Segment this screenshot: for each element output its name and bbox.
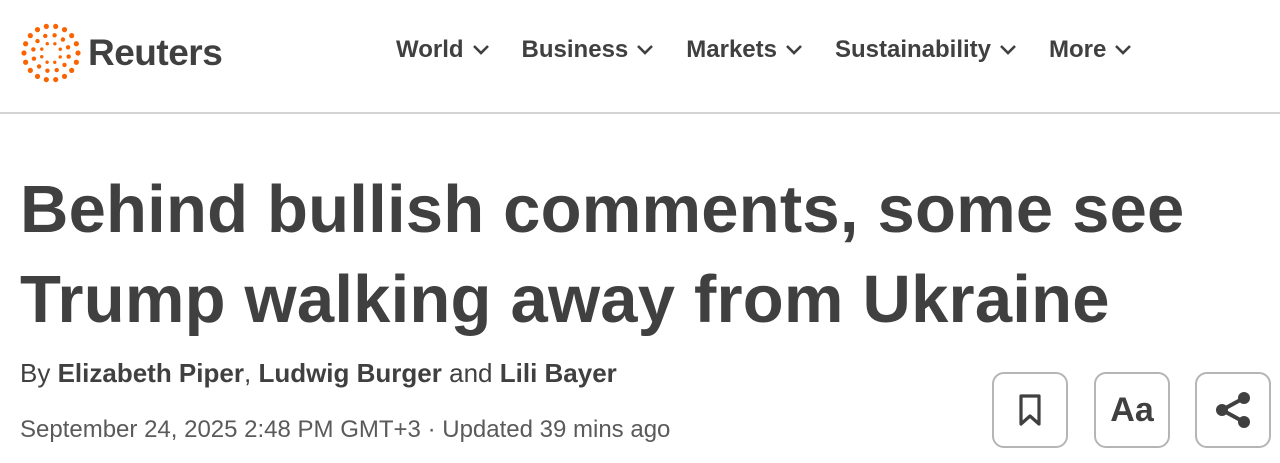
logo-dot bbox=[31, 56, 37, 61]
nav-item-sustainability[interactable]: Sustainability bbox=[835, 36, 1017, 64]
headline-line-2: Trump walking away from Ukraine bbox=[20, 262, 1110, 337]
share-button[interactable] bbox=[1195, 372, 1271, 448]
byline-conjunction: and bbox=[449, 358, 493, 388]
byline: By Elizabeth Piper, Ludwig Burger and Li… bbox=[20, 358, 617, 389]
chevron-down-icon bbox=[472, 45, 489, 55]
nav-item-label: World bbox=[396, 36, 464, 63]
main-nav: World Business Markets Sustainability Mo… bbox=[396, 36, 1164, 64]
logo-dot bbox=[45, 42, 49, 46]
logo-dot bbox=[66, 54, 71, 59]
logo-dot bbox=[45, 68, 50, 73]
dateline: September 24, 2025 2:48 PM GMT+3 · Updat… bbox=[20, 416, 670, 444]
byline-separator: , bbox=[243, 358, 252, 388]
logo-dot bbox=[62, 62, 67, 68]
author-link[interactable]: Ludwig Burger bbox=[258, 358, 441, 388]
logo-dot bbox=[45, 60, 49, 64]
logo-dot bbox=[21, 50, 27, 56]
reuters-logo-icon bbox=[21, 23, 81, 83]
updated-timestamp: Updated 39 mins ago bbox=[442, 416, 671, 443]
chevron-down-icon bbox=[1000, 45, 1016, 55]
logo-dot bbox=[69, 33, 75, 39]
logo-dot bbox=[60, 37, 66, 42]
logo-dot bbox=[52, 33, 57, 38]
nav-item-label: Markets bbox=[686, 36, 777, 63]
logo-dot bbox=[58, 47, 62, 51]
author-link[interactable]: Elizabeth Piper bbox=[58, 358, 244, 388]
logo-dot bbox=[53, 76, 59, 83]
nav-item-label: More bbox=[1049, 36, 1107, 63]
headline-line-1: Behind bullish comments, some see bbox=[20, 172, 1185, 247]
byline-prefix: By bbox=[20, 358, 51, 388]
logo-dot bbox=[36, 64, 42, 69]
font-size-button[interactable]: Aa bbox=[1094, 372, 1170, 448]
dateline-dot: · bbox=[427, 416, 436, 443]
share-icon bbox=[1216, 392, 1250, 428]
font-size-label: Aa bbox=[1110, 390, 1154, 429]
nav-item-markets[interactable]: Markets bbox=[686, 36, 803, 64]
logo-dot bbox=[75, 50, 81, 56]
reuters-logo[interactable]: Reuters bbox=[20, 22, 223, 84]
logo-dot bbox=[34, 27, 41, 33]
logo-dot bbox=[73, 41, 79, 47]
logo-dot bbox=[40, 47, 44, 51]
logo-dot bbox=[27, 67, 33, 73]
logo-dot bbox=[23, 59, 29, 65]
chevron-down-icon bbox=[1115, 45, 1132, 55]
chevron-down-icon bbox=[637, 45, 654, 55]
logo-dot bbox=[35, 38, 40, 44]
nav-item-more[interactable]: More bbox=[1049, 36, 1132, 64]
logo-text: Reuters bbox=[88, 32, 223, 73]
logo-dot bbox=[61, 27, 68, 33]
logo-dot bbox=[43, 33, 48, 39]
logo-dot bbox=[53, 42, 57, 46]
logo-dot bbox=[43, 23, 49, 30]
logo-dot bbox=[58, 55, 62, 59]
site-header: Reuters World Business Markets Sustainab… bbox=[0, 0, 1280, 114]
logo-dot bbox=[40, 55, 44, 59]
author-link[interactable]: Lili Bayer bbox=[500, 358, 617, 388]
logo-dot bbox=[73, 59, 79, 65]
save-button[interactable] bbox=[992, 372, 1068, 448]
logo-dot bbox=[69, 67, 75, 73]
logo-dot bbox=[65, 45, 71, 50]
logo-dot bbox=[23, 41, 29, 47]
nav-item-label: Business bbox=[521, 36, 629, 63]
logo-dot bbox=[54, 67, 59, 73]
logo-dot bbox=[43, 76, 49, 83]
article-headline: Behind bullish comments, some see Trump … bbox=[20, 165, 1220, 345]
logo-dot bbox=[27, 33, 33, 39]
logo-dot bbox=[53, 23, 59, 30]
logo-dot bbox=[34, 73, 41, 79]
nav-item-world[interactable]: World bbox=[396, 36, 490, 64]
logo-dot bbox=[61, 73, 68, 79]
logo-dot bbox=[53, 60, 57, 64]
bookmark-icon bbox=[1019, 394, 1041, 426]
chevron-down-icon bbox=[786, 45, 802, 55]
logo-dot bbox=[31, 47, 36, 52]
published-timestamp: September 24, 2025 2:48 PM GMT+3 bbox=[20, 416, 421, 443]
nav-item-label: Sustainability bbox=[834, 36, 992, 63]
nav-item-business[interactable]: Business bbox=[522, 36, 655, 64]
